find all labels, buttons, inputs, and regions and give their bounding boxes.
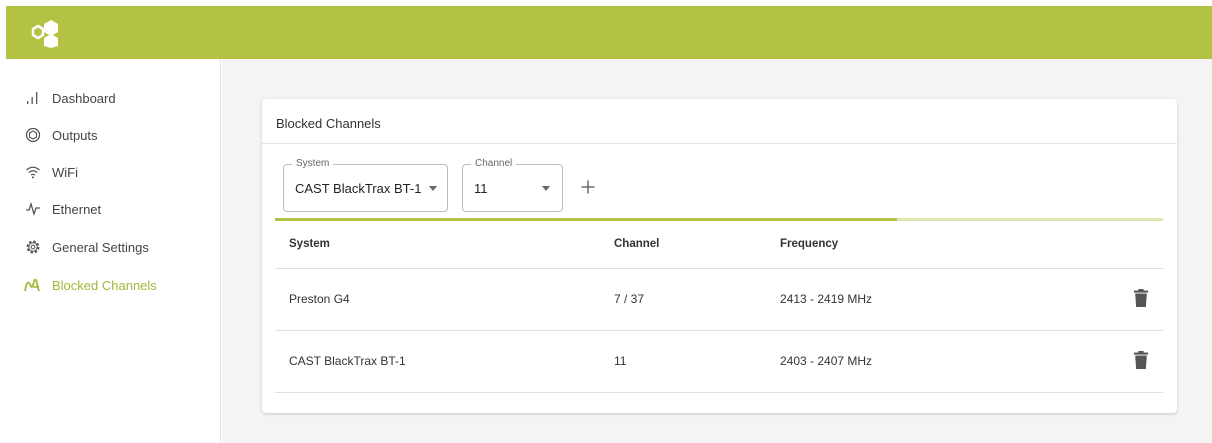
chevron-down-icon: [542, 186, 550, 191]
sidebar-item-label: Ethernet: [52, 201, 102, 217]
column-header-system[interactable]: System: [275, 221, 600, 269]
wifi-icon: [24, 163, 42, 181]
channel-select-label: Channel: [471, 158, 517, 169]
cell-channel: 11: [600, 330, 766, 393]
trash-icon[interactable]: [1133, 350, 1149, 369]
sidebar-item-label: WiFi: [52, 164, 78, 180]
top-app-bar: [6, 6, 1212, 59]
gear-icon: [24, 238, 42, 256]
sidebar-item-label: Dashboard: [52, 90, 116, 106]
channel-select-value: 11: [474, 181, 488, 196]
bar-chart-icon: [24, 89, 42, 107]
column-header-channel[interactable]: Channel: [600, 221, 766, 269]
system-select[interactable]: System CAST BlackTrax BT-1: [283, 158, 448, 212]
blocked-channels-icon: [24, 276, 42, 294]
table-row: Preston G4 7 / 37 2413 - 2419 MHz: [275, 268, 1163, 331]
sidebar-item-wifi[interactable]: WiFi: [24, 160, 78, 184]
sidebar-item-outputs[interactable]: Outputs: [24, 123, 98, 147]
chevron-down-icon: [429, 186, 437, 191]
sidebar-nav: Dashboard Outputs WiFi Ethernet General …: [0, 59, 221, 443]
system-select-label: System: [292, 158, 334, 169]
blocked-channels-table: System Channel Frequency Preston G4 7 / …: [275, 221, 1163, 393]
plus-icon[interactable]: [580, 179, 596, 195]
sidebar-item-ethernet[interactable]: Ethernet: [24, 197, 101, 221]
pulse-icon: [24, 200, 42, 218]
channel-select[interactable]: Channel 11: [462, 158, 563, 212]
sidebar-item-label: General Settings: [52, 239, 149, 255]
main-content: Blocked Channels System CAST BlackTrax B…: [222, 59, 1212, 443]
cell-system: Preston G4: [275, 268, 600, 331]
trash-icon[interactable]: [1133, 288, 1149, 307]
aperture-icon: [24, 126, 42, 144]
sidebar-item-label: Blocked Channels: [52, 277, 157, 293]
divider: [262, 143, 1177, 144]
sidebar-item-general-settings[interactable]: General Settings: [24, 235, 149, 259]
cell-actions: [1106, 268, 1163, 331]
sidebar-item-blocked-channels[interactable]: Blocked Channels: [24, 273, 157, 297]
cell-channel: 7 / 37: [600, 268, 766, 331]
sidebar-item-label: Outputs: [52, 127, 98, 143]
cell-system: CAST BlackTrax BT-1: [275, 330, 600, 393]
sidebar-item-dashboard[interactable]: Dashboard: [24, 86, 116, 110]
column-header-actions: [1106, 221, 1163, 269]
table-row: CAST BlackTrax BT-1 11 2403 - 2407 MHz: [275, 330, 1163, 393]
hexagon-logo-icon[interactable]: [28, 18, 68, 48]
blocked-channels-card: Blocked Channels System CAST BlackTrax B…: [262, 99, 1177, 413]
cell-frequency: 2413 - 2419 MHz: [766, 268, 1106, 331]
system-select-value: CAST BlackTrax BT-1: [295, 181, 422, 196]
cell-frequency: 2403 - 2407 MHz: [766, 330, 1106, 393]
table-header-row: System Channel Frequency: [275, 221, 1163, 269]
column-header-frequency[interactable]: Frequency: [766, 221, 1106, 269]
cell-actions: [1106, 330, 1163, 393]
card-title: Blocked Channels: [276, 116, 381, 131]
